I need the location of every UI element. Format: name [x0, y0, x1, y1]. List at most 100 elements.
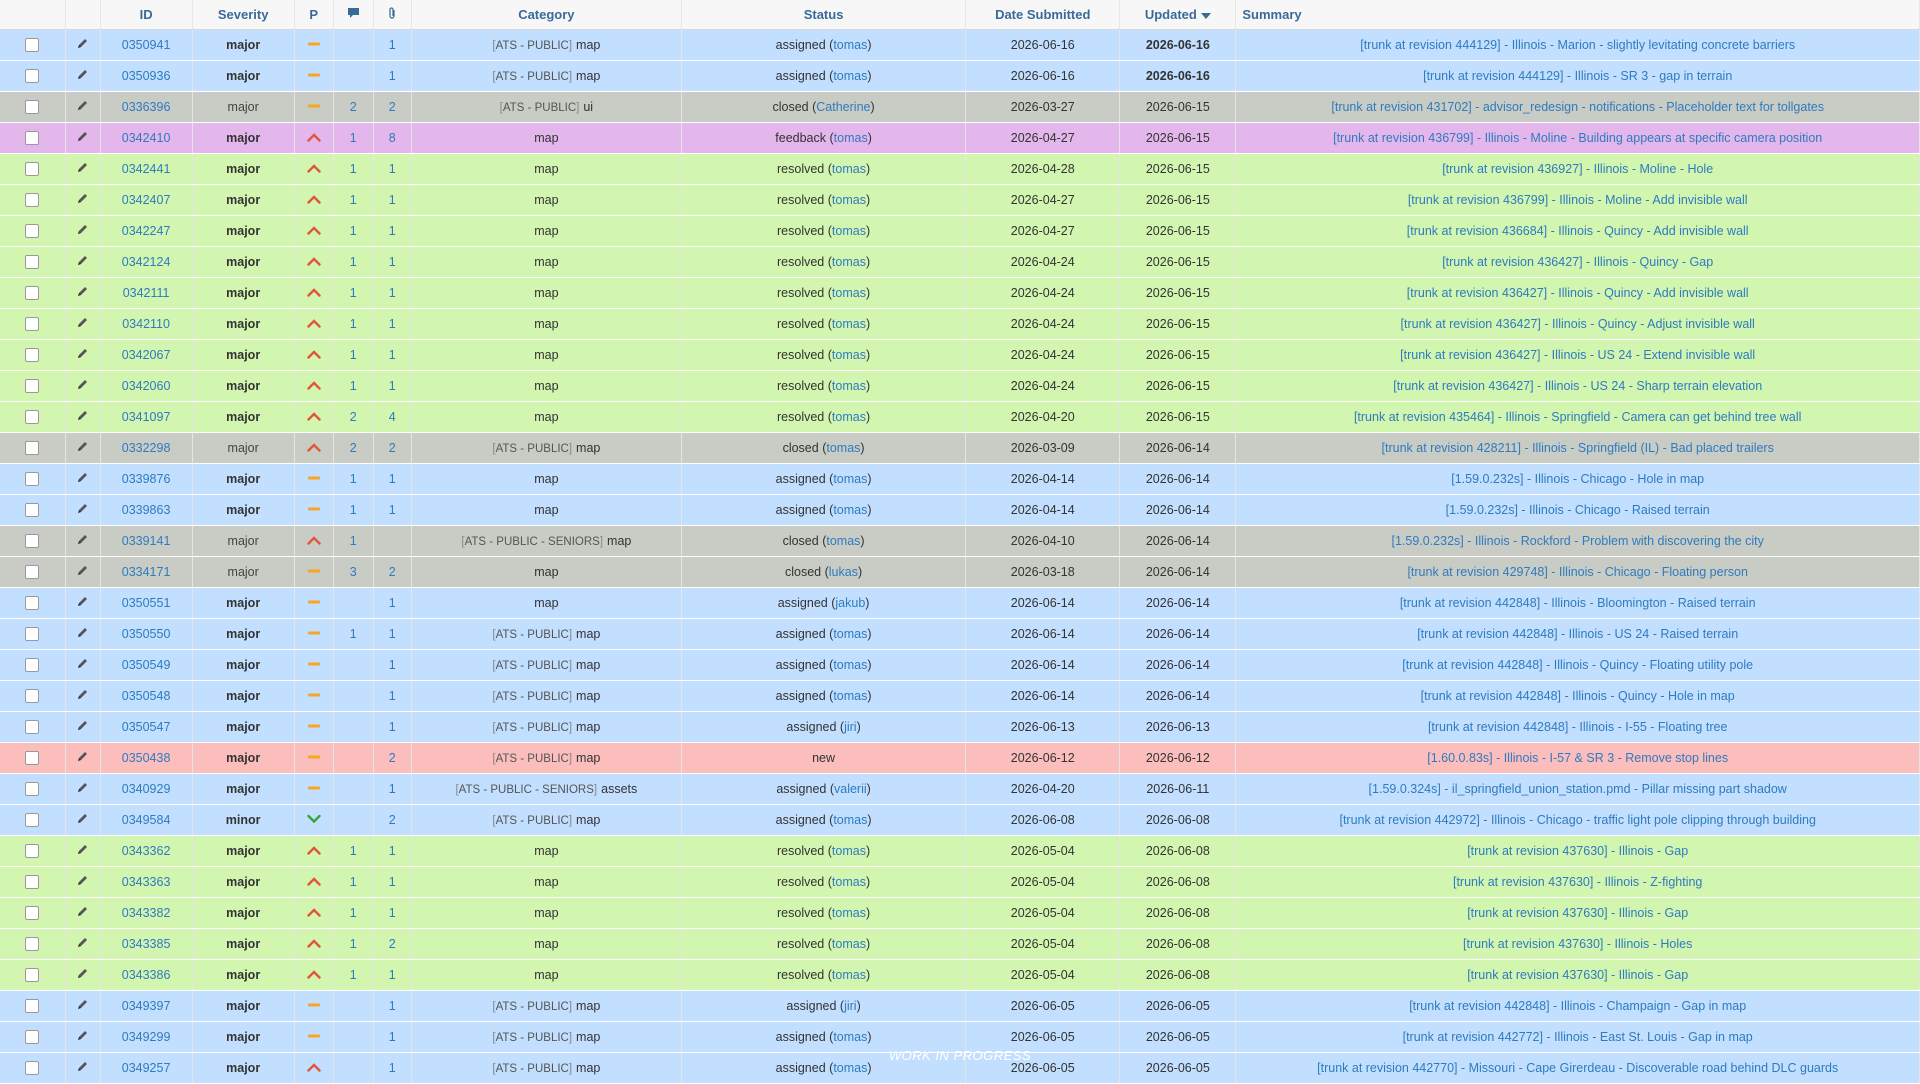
edit-button[interactable] — [76, 719, 89, 735]
edit-button[interactable] — [76, 936, 89, 952]
summary-link[interactable]: [trunk at revision 444129] - Illinois - … — [1360, 38, 1795, 52]
summary-link[interactable]: [1.59.0.232s] - Illinois - Chicago - Rai… — [1446, 503, 1710, 517]
handler-link[interactable]: tomas — [832, 410, 866, 424]
summary-link[interactable]: [trunk at revision 444129] - Illinois - … — [1423, 69, 1732, 83]
attachments-count-link[interactable]: 8 — [389, 131, 396, 145]
handler-link[interactable]: tomas — [832, 286, 866, 300]
issue-id-link[interactable]: 0350941 — [122, 38, 171, 52]
attachments-count-link[interactable]: 1 — [389, 999, 396, 1013]
attachments-count-link[interactable]: 1 — [389, 1030, 396, 1044]
handler-link[interactable]: jiri — [844, 999, 857, 1013]
project-link[interactable]: ATS - PUBLIC — [496, 753, 569, 765]
attachments-count-link[interactable]: 1 — [389, 38, 396, 52]
attachments-count-link[interactable]: 1 — [389, 844, 396, 858]
row-checkbox[interactable] — [25, 968, 40, 983]
summary-link[interactable]: [trunk at revision 435464] - Illinois - … — [1354, 410, 1801, 424]
issue-id-link[interactable]: 0342124 — [122, 255, 171, 269]
notes-count-link[interactable]: 2 — [350, 441, 357, 455]
attachments-count-link[interactable]: 1 — [389, 286, 396, 300]
issue-id-link[interactable]: 0332298 — [122, 441, 171, 455]
notes-count-link[interactable]: 1 — [350, 503, 357, 517]
handler-link[interactable]: tomas — [832, 906, 866, 920]
summary-link[interactable]: [trunk at revision 428211] - Illinois - … — [1382, 441, 1774, 455]
handler-link[interactable]: tomas — [832, 379, 866, 393]
issue-id-link[interactable]: 0339876 — [122, 472, 171, 486]
handler-link[interactable]: tomas — [832, 255, 866, 269]
summary-link[interactable]: [trunk at revision 442848] - Illinois - … — [1409, 999, 1746, 1013]
summary-link[interactable]: [1.60.0.83s] - Illinois - I-57 & SR 3 - … — [1427, 751, 1728, 765]
handler-link[interactable]: tomas — [832, 875, 866, 889]
summary-link[interactable]: [trunk at revision 436684] - Illinois - … — [1407, 224, 1749, 238]
edit-button[interactable] — [76, 626, 89, 642]
handler-link[interactable]: tomas — [833, 503, 867, 517]
issue-id-link[interactable]: 0349257 — [122, 1061, 171, 1075]
summary-link[interactable]: [1.59.0.232s] - Illinois - Chicago - Hol… — [1451, 472, 1704, 486]
row-checkbox[interactable] — [25, 534, 40, 549]
project-link[interactable]: ATS - PUBLIC — [496, 40, 569, 52]
severity-column-header[interactable]: Severity — [192, 0, 295, 30]
issue-id-link[interactable]: 0350551 — [122, 596, 171, 610]
row-checkbox[interactable] — [25, 627, 40, 642]
summary-link[interactable]: [trunk at revision 436799] - Illinois - … — [1333, 131, 1822, 145]
summary-link[interactable]: [trunk at revision 442770] - Missouri - … — [1317, 1061, 1838, 1075]
project-link[interactable]: ATS - PUBLIC — [496, 1032, 569, 1044]
attachments-count-link[interactable]: 1 — [389, 317, 396, 331]
row-checkbox[interactable] — [25, 937, 40, 952]
issue-id-link[interactable]: 0343382 — [122, 906, 171, 920]
attachments-count-link[interactable]: 1 — [389, 193, 396, 207]
issue-id-link[interactable]: 0339863 — [122, 503, 171, 517]
edit-button[interactable] — [76, 502, 89, 518]
row-checkbox[interactable] — [25, 162, 40, 177]
summary-link[interactable]: [1.59.0.232s] - Illinois - Rockford - Pr… — [1391, 534, 1763, 548]
issue-id-link[interactable]: 0342060 — [122, 379, 171, 393]
handler-link[interactable]: tomas — [826, 534, 860, 548]
project-link[interactable]: ATS - PUBLIC — [496, 815, 569, 827]
issue-id-link[interactable]: 0343386 — [122, 968, 171, 982]
row-checkbox[interactable] — [25, 38, 40, 53]
handler-link[interactable]: tomas — [833, 689, 867, 703]
edit-button[interactable] — [76, 68, 89, 84]
row-checkbox[interactable] — [25, 224, 40, 239]
edit-button[interactable] — [76, 905, 89, 921]
project-link[interactable]: ATS - PUBLIC — [496, 443, 569, 455]
edit-button[interactable] — [76, 37, 89, 53]
row-checkbox[interactable] — [25, 379, 40, 394]
edit-button[interactable] — [76, 533, 89, 549]
row-checkbox[interactable] — [25, 1030, 40, 1045]
status-column-header[interactable]: Status — [681, 0, 967, 30]
attachments-count-link[interactable]: 2 — [389, 751, 396, 765]
handler-link[interactable]: tomas — [833, 813, 867, 827]
notes-count-link[interactable]: 1 — [350, 844, 357, 858]
notes-count-link[interactable]: 1 — [350, 379, 357, 393]
row-checkbox[interactable] — [25, 999, 40, 1014]
attachments-count-link[interactable]: 1 — [389, 782, 396, 796]
row-checkbox[interactable] — [25, 441, 40, 456]
issue-id-link[interactable]: 0342441 — [122, 162, 171, 176]
issue-id-link[interactable]: 0341097 — [122, 410, 171, 424]
issue-id-link[interactable]: 0350936 — [122, 69, 171, 83]
summary-link[interactable]: [trunk at revision 437630] - Illinois - … — [1467, 844, 1688, 858]
project-link[interactable]: ATS - PUBLIC — [496, 691, 569, 703]
summary-link[interactable]: [trunk at revision 442848] - Illinois - … — [1428, 720, 1727, 734]
attachments-count-link[interactable]: 2 — [389, 813, 396, 827]
id-column-header[interactable]: ID — [100, 0, 193, 30]
issue-id-link[interactable]: 0350548 — [122, 689, 171, 703]
issue-id-link[interactable]: 0340929 — [122, 782, 171, 796]
notes-count-link[interactable]: 1 — [350, 286, 357, 300]
attachments-count-link[interactable]: 1 — [389, 255, 396, 269]
attachments-count-link[interactable]: 1 — [389, 596, 396, 610]
handler-link[interactable]: tomas — [832, 224, 866, 238]
attachments-count-link[interactable]: 1 — [389, 627, 396, 641]
handler-link[interactable]: tomas — [832, 348, 866, 362]
notes-count-link[interactable]: 1 — [350, 627, 357, 641]
row-checkbox[interactable] — [25, 255, 40, 270]
attachments-count-link[interactable]: 1 — [389, 472, 396, 486]
handler-link[interactable]: lukas — [829, 565, 858, 579]
project-link[interactable]: ATS - PUBLIC — [503, 102, 576, 114]
edit-button[interactable] — [76, 595, 89, 611]
handler-link[interactable]: tomas — [832, 968, 866, 982]
attachments-count-link[interactable]: 1 — [389, 224, 396, 238]
notes-count-link[interactable]: 1 — [350, 534, 357, 548]
summary-link[interactable]: [trunk at revision 436427] - Illinois - … — [1442, 255, 1713, 269]
project-link[interactable]: ATS - PUBLIC — [496, 722, 569, 734]
